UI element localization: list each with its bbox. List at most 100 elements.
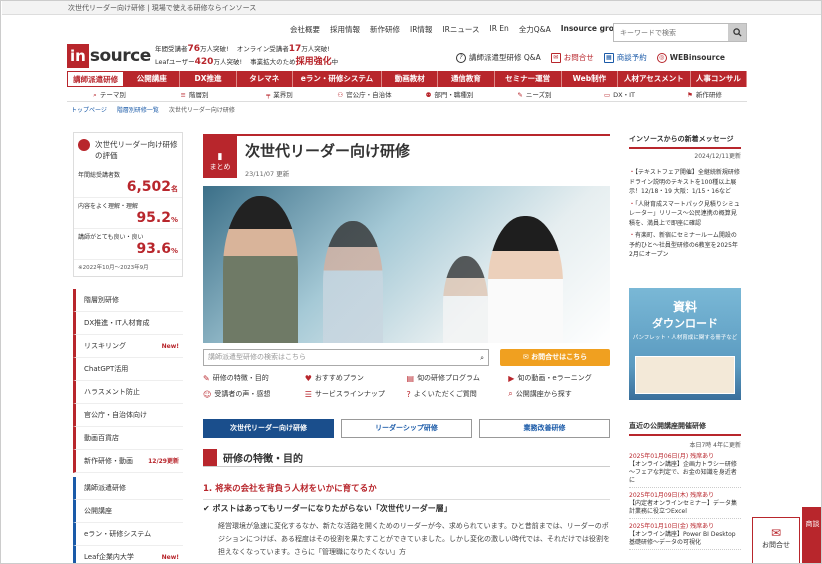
nav-item-assessment[interactable]: 人材アセスメント [618, 71, 691, 87]
header-stats: 年間受講者76万人突破! オンライン受講者17万人突破! Leafユーザー420… [155, 43, 338, 69]
subnav-needs[interactable]: ✎ ニーズ別 [492, 88, 577, 101]
schedule-item[interactable]: 2025年01月10日(金) 残席あり 【オンライン講座】Power BI Des… [629, 523, 741, 550]
header-link[interactable]: IR情報 [410, 24, 432, 35]
sidebar-item[interactable]: 講師派遣研修 [73, 477, 183, 500]
webinsource-button[interactable]: ◎ WEBinsource [656, 52, 725, 63]
nav-item-tsushin[interactable]: 通信教育 [438, 71, 495, 87]
search-input[interactable] [614, 24, 728, 41]
nav-item-haken[interactable]: 講師派遣研修 [67, 71, 125, 87]
news-item[interactable]: 「人財育成スマートパック見積りシミュレーター」リリース～公民連携の概算見積を、満… [629, 200, 741, 229]
meeting-button[interactable]: ▦ 商談予約 [603, 52, 647, 63]
section-title: 研修の特徴・目的 [223, 453, 303, 465]
schedule-item[interactable]: 2025年01月09日(木) 残席あり 【内定者オンラインセミナー】データ集計業務… [629, 492, 741, 519]
summary-badge: ▮ まとめ [203, 136, 237, 178]
tab-business-improvement[interactable]: 業務改善研修 [479, 419, 610, 438]
floating-meeting-button[interactable]: 商談 [802, 507, 821, 563]
quick-link[interactable]: ☰ サービスラインナップ [305, 389, 407, 399]
course-search-input[interactable]: 講師派遣型研修の検索はこちら ⌕ [203, 349, 489, 366]
sidebar-item[interactable]: 官公庁・自治体向け [73, 404, 183, 427]
breadcrumb-link[interactable]: トップページ [71, 105, 107, 114]
search-icon [732, 28, 742, 37]
flag-icon: ⚑ [687, 91, 693, 99]
subnav-dx[interactable]: ▭ DX・IT [577, 88, 662, 101]
sidebar-item[interactable]: DX推進・IT人材育成 [73, 312, 183, 335]
contact-cta-label: お問合せはこちら [531, 353, 588, 361]
stat-period-note: ※2022年10月～2023年9月 [78, 265, 149, 271]
sidebar-item[interactable]: Leaf企業内大学 New! [73, 546, 183, 563]
stat-value: 76 [187, 44, 201, 54]
thumbs-up-icon: ♥ [304, 373, 312, 383]
header-link[interactable]: 全力Q&A [519, 24, 551, 35]
pencil-icon: ✎ [203, 373, 210, 383]
quick-link[interactable]: ✎ 研修の特徴・目的 [203, 373, 305, 383]
sidebar-item[interactable]: 公開講座 [73, 500, 183, 523]
sidebar-item[interactable]: ハラスメント防止 [73, 381, 183, 404]
quick-link[interactable]: ▶ 旬の動画・eラーニング [508, 373, 610, 383]
sidebar-item[interactable]: 階層別研修 [73, 289, 183, 312]
point-line: ✔ ポストはあってもリーダーになりたがらない「次世代リーダー層」 [203, 503, 452, 514]
header-link[interactable]: 採用情報 [330, 24, 360, 35]
subnav-new[interactable]: ⚑ 新作研修 [662, 88, 747, 101]
point-text: ポストはあってもリーダーになりたがらない「次世代リーダー層」 [212, 504, 452, 513]
news-date: 2024/12/11更新 [694, 153, 741, 160]
subnav-government[interactable]: ⚇ 官公庁・自治体 [322, 88, 407, 101]
schedule-date: 2025年01月06日(月) 残席あり [629, 453, 715, 460]
schedule-note: 本日7時 4年に更新 [689, 442, 741, 449]
subnav-department[interactable]: ⚉ 部門・職種別 [407, 88, 492, 101]
nav-item-consul[interactable]: 人事コンサル [691, 71, 747, 87]
search-button[interactable] [728, 24, 746, 41]
nav-item-web[interactable]: Web制作 [562, 71, 618, 87]
sidebar-item[interactable]: 新作研修・動画 12/29更新 [73, 450, 183, 473]
header-link[interactable]: 会社概要 [290, 24, 320, 35]
sub-nav: ⌕ テーマ別 ≡ 階層別 ╤ 業界別 ⚇ 官公庁・自治体 ⚉ 部門・職種別 ✎ ニーズ別 ▭… [67, 88, 747, 102]
subnav-theme[interactable]: ⌕ テーマ別 [67, 88, 152, 101]
sidebar-item-label: 講師派遣研修 [84, 484, 126, 492]
banner-title: 資料 [672, 300, 697, 314]
sidebar-item-label: 官公庁・自治体向け [84, 411, 147, 419]
stat-unit: 名 [171, 185, 178, 193]
quick-link[interactable]: ? よくいただくご質問 [407, 389, 509, 399]
sidebar-item[interactable]: eラン・研修システム [73, 523, 183, 546]
subnav-industry[interactable]: ╤ 業界別 [237, 88, 322, 101]
question-icon: ? [456, 52, 466, 63]
nav-item-seminar[interactable]: セミナー運営 [495, 71, 562, 87]
nav-item-koukai[interactable]: 公開講座 [124, 71, 181, 87]
header-link[interactable]: IRニュース [442, 24, 479, 35]
header-link[interactable]: 新作研修 [370, 24, 400, 35]
search-icon[interactable]: ⌕ [480, 351, 484, 366]
news-item[interactable]: 【テキストフェア開催】全継続新規研修ドライン説明のテキストを100種以上展示！1… [629, 168, 741, 197]
tab-leadership[interactable]: リーダーシップ研修 [341, 419, 472, 438]
breadcrumb-link[interactable]: 階層別研修一覧 [117, 105, 159, 114]
nav-item-taremane[interactable]: タレマネ [237, 71, 293, 87]
quick-link-label: おすすめプラン [314, 374, 364, 382]
breadcrumb: トップページ 階層別研修一覧 次世代リーダー向け研修 [71, 105, 235, 114]
qa-button[interactable]: ? 講師派遣型研修 Q&A [456, 52, 541, 63]
contact-cta-button[interactable]: ✉ お問合せはこちら [500, 349, 610, 366]
browser-frame: 次世代リーダー向け研修 | 現場で使える研修ならインソース 会社概要 採用情報 … [0, 0, 822, 564]
quick-link[interactable]: ♥ おすすめプラン [305, 373, 407, 383]
quick-link-label: 受講者の声・感想 [214, 390, 271, 398]
sidebar-item[interactable]: リスキリング New! [73, 335, 183, 358]
quick-link[interactable]: ▤ 旬の研修プログラム [407, 373, 509, 383]
download-banner[interactable]: 資料 ダウンロード パンフレット・人材育成に関する冊子など [629, 288, 741, 400]
subnav-level[interactable]: ≡ 階層別 [152, 88, 237, 101]
nav-item-douga[interactable]: 動画教材 [382, 71, 439, 87]
updated-date: 23/11/07 更新 [245, 170, 290, 178]
floating-contact-button[interactable]: ✉ お問合せ [752, 517, 800, 563]
nav-item-dx[interactable]: DX推進 [180, 71, 237, 87]
play-icon: ▶ [508, 373, 515, 383]
nav-item-elearning[interactable]: eラン・研修システム [293, 71, 383, 87]
header-link[interactable]: IR En [490, 24, 509, 35]
site-logo[interactable]: in source [67, 44, 151, 68]
search-icon: ⌕ [93, 91, 97, 99]
contact-button[interactable]: ✉ お問合せ [550, 52, 594, 63]
sidebar-item[interactable]: ChatGPT活用 [73, 358, 183, 381]
quick-link[interactable]: ⌕ 公開講座から探す [508, 389, 610, 399]
sidebar-item[interactable]: 動画百貨店 [73, 427, 183, 450]
schedule-item[interactable]: 2025年01月06日(月) 残席あり 【オンライン講座】企画力トラシー研修～フェ… [629, 453, 741, 488]
stat-label: 講師がとても良い・良い [78, 234, 144, 241]
news-item[interactable]: 有楽町、新宿にセミナールーム開設の予約ひと～社員型研修の6教室を2025年2月に… [629, 231, 741, 260]
quick-link[interactable]: ☺ 受講者の声・感想 [203, 389, 305, 399]
tab-next-gen-leader[interactable]: 次世代リーダー向け研修 [203, 419, 334, 438]
schedule-text: 【内定者オンラインセミナー】データ集計業務に役立つExcel [629, 500, 738, 515]
